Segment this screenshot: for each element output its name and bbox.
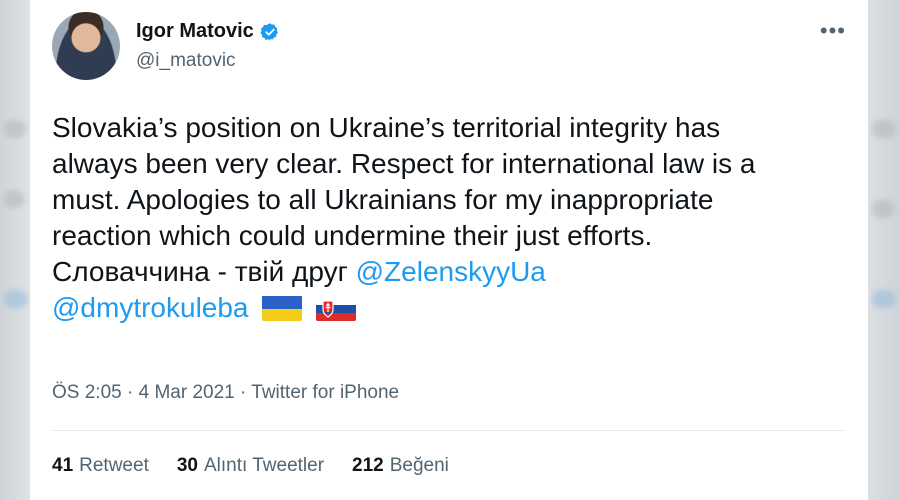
tweet-text: Slovakia’s position on Ukraine’s territo… [52,110,852,326]
likes-label: Beğeni [389,455,449,476]
retweets-label: Retweet [79,455,149,476]
retweets-stat[interactable]: 41 Retweet [52,455,149,477]
tweet-text-line: reaction which could undermine their jus… [52,220,653,251]
blurred-background-text [4,190,24,208]
blurred-background-text [4,290,28,308]
retweets-count: 41 [52,455,74,476]
tweet-date[interactable]: 4 Mar 2021 [139,382,235,403]
tweet-text-line: Словаччина - твій друг @ZelenskyyUa [52,254,852,290]
tweet-text-ukrainian: Словаччина - твій друг [52,256,356,287]
mention-zelenskyyua[interactable]: @ZelenskyyUa [356,256,546,287]
quote-tweets-stat[interactable]: 30 Alıntı Tweetler [177,455,324,477]
author-handle[interactable]: @i_matovic [136,50,236,72]
likes-stat[interactable]: 212 Beğeni [352,455,449,477]
tweet-metadata: ÖS 2:05 · 4 Mar 2021 · Twitter for iPhon… [52,382,399,404]
ukraine-flag-icon [262,295,303,321]
blurred-background-text [4,120,26,138]
likes-count: 212 [352,455,384,476]
meta-separator: · [121,382,139,403]
author-name-row: Igor Matovic [136,20,280,43]
blurred-background-text [872,120,896,138]
meta-separator: · [234,382,252,403]
tweet-text-line: Slovakia’s position on Ukraine’s territo… [52,112,721,143]
divider [52,430,846,431]
author-name[interactable]: Igor Matovic [136,20,254,43]
tweet-text-line: @dmytrokuleba [52,290,852,326]
avatar[interactable] [52,12,120,80]
blurred-background-text [872,290,896,308]
tweet-card: Igor Matovic @i_matovic ••• Slovakia’s p… [30,0,868,500]
tweet-text-line: must. Apologies to all Ukrainians for my… [52,184,714,215]
blurred-background-text [872,200,894,218]
more-options-icon[interactable]: ••• [820,18,846,44]
quote-tweets-count: 30 [176,455,198,476]
tweet-time[interactable]: ÖS 2:05 [52,382,122,403]
verified-badge-icon [260,22,278,41]
quote-tweets-label: Alıntı Tweetler [203,455,325,476]
tweet-stats: 41 Retweet 30 Alıntı Tweetler 212 Beğeni [52,455,449,477]
mention-dmytrokuleba[interactable]: @dmytrokuleba [52,292,249,323]
slovakia-flag-icon [316,295,357,321]
tweet-source[interactable]: Twitter for iPhone [251,382,399,403]
tweet-text-line: always been very clear. Respect for inte… [52,148,756,179]
